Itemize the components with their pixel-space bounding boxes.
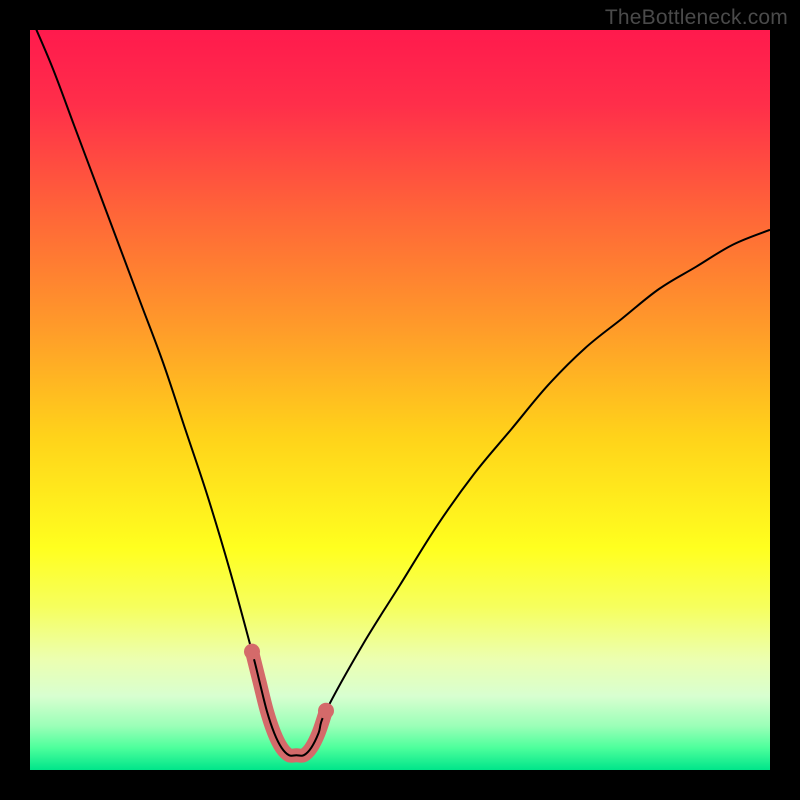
- gradient-background: [30, 30, 770, 770]
- chart-frame: TheBottleneck.com: [0, 0, 800, 800]
- watermark-text: TheBottleneck.com: [605, 6, 788, 30]
- plot-area: [30, 30, 770, 770]
